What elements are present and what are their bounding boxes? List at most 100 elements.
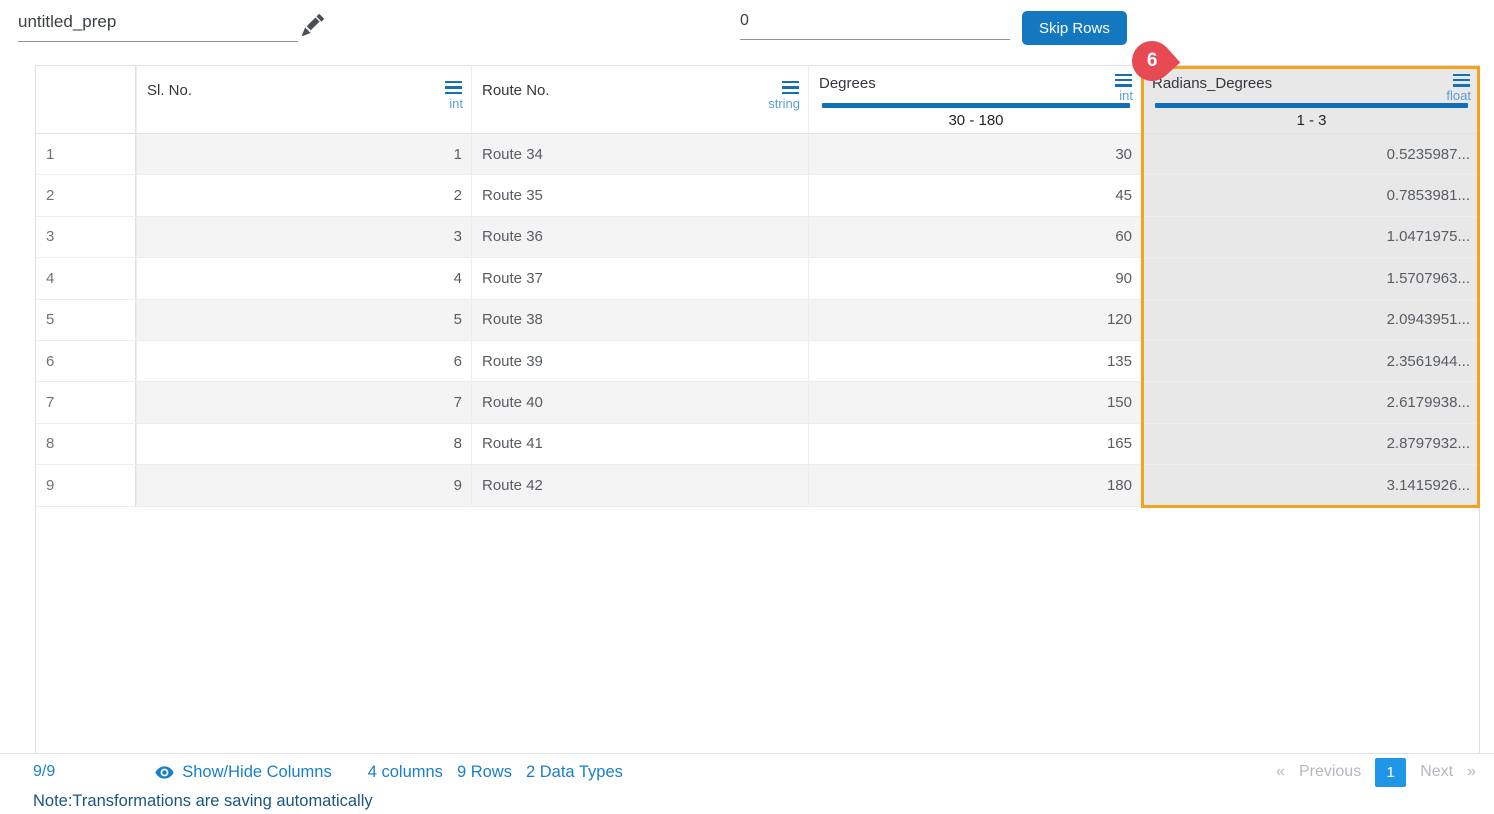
row-index: 5 [36,299,136,340]
prep-name-input[interactable] [18,12,298,42]
row-progress: 9/9 [33,763,56,780]
column-type-label: int [449,95,463,111]
row-index: 2 [36,175,136,216]
column-header-route-no-[interactable]: Route No. string [471,66,808,133]
cell: 45 [808,175,1141,216]
table-footer: 9/9 Show/Hide Columns 4 columns 9 Rows 2… [0,753,1494,790]
cell: 9 [136,465,471,506]
top-toolbar: Skip Rows [0,0,1494,65]
show-hide-columns-label: Show/Hide Columns [182,762,332,781]
table-row: 7 7 Route 40 150 2.6179938... [36,382,1479,424]
column-header-top: Route No. string [482,79,800,110]
column-header-top: Sl. No. int [147,79,463,111]
show-hide-columns-button[interactable]: Show/Hide Columns [155,762,332,782]
row-index: 7 [36,382,136,423]
row-index: 6 [36,340,136,382]
autosave-note: Note:Transformations are saving automati… [33,792,373,810]
cell: 1.5707963... [1141,258,1479,299]
previous-page-button[interactable]: Previous [1299,763,1361,781]
stat-rows: 9 Rows [456,762,512,781]
column-header-top: Degrees int [819,72,1133,104]
row-index: 4 [36,258,136,299]
cell: 150 [808,382,1141,423]
cell: 1.0471975... [1141,216,1479,258]
table-row: 5 5 Route 38 120 2.0943951... [36,299,1479,341]
skip-rows-input[interactable] [740,12,1010,40]
eye-icon [155,763,174,782]
skip-rows-button[interactable]: Skip Rows [1022,11,1127,45]
hamburger-icon[interactable] [782,79,799,96]
column-label: Sl. No. [147,82,193,100]
edit-name-button[interactable] [300,13,326,39]
column-range-bar [822,103,1130,108]
row-index: 9 [36,465,136,506]
cell: 2.3561944... [1141,340,1479,382]
cell: Route 39 [471,340,808,382]
cell: 180 [808,465,1141,506]
last-page-arrow[interactable]: » [1467,763,1476,781]
cell: 6 [136,340,471,382]
pencil-icon [302,13,325,39]
cell: Route 41 [471,423,808,465]
column-header-right: float [1446,72,1471,104]
first-page-arrow[interactable]: « [1276,763,1285,781]
row-index: 1 [36,134,136,175]
column-header-degrees[interactable]: Degrees int 30 - 180 [808,66,1141,133]
cell: 2.0943951... [1141,299,1479,340]
data-table: Sl. No. int Route No. string Degrees int 30 - … [35,32,1480,753]
cell: 5 [136,299,471,340]
cell: Route 38 [471,299,808,340]
table-row: 9 9 Route 42 180 3.1415926... [36,465,1479,507]
cell: 60 [808,216,1141,258]
current-page-button[interactable]: 1 [1375,757,1407,787]
table-body: 1 1 Route 34 30 0.5235987... 2 2 Route 35 45 0.78… [36,134,1479,507]
column-range-label: 30 - 180 [948,112,1004,129]
stat-data-types: 2 Data Types [525,762,623,781]
cell: 120 [808,299,1141,340]
cell: 2.6179938... [1141,382,1479,423]
table-header-row: Sl. No. int Route No. string Degrees int 30 - … [36,66,1479,134]
next-page-button[interactable]: Next [1420,763,1453,781]
column-label: Route No. [482,82,550,100]
cell: 2 [136,175,471,216]
column-header-right: int [1115,72,1133,104]
table-row: 1 1 Route 34 30 0.5235987... [36,134,1479,176]
column-type-label: float [1446,88,1471,104]
column-header-radians-degrees[interactable]: Radians_Degrees float 1 - 3 [1141,66,1479,133]
table-row: 6 6 Route 39 135 2.3561944... [36,340,1479,383]
table-row: 3 3 Route 36 60 1.0471975... [36,216,1479,259]
column-header-right: string [768,79,800,110]
cell: 3 [136,216,471,258]
cell: 0.5235987... [1141,134,1479,175]
table-stats: 4 columns 9 Rows 2 Data Types [368,763,623,782]
column-header-top: Radians_Degrees float [1152,72,1471,104]
stat-columns: 4 columns [367,762,443,781]
column-header-sl-no-[interactable]: Sl. No. int [136,66,471,133]
cell: Route 35 [471,175,808,216]
cell: Route 42 [471,465,808,506]
cell: Route 40 [471,382,808,423]
column-range-label: 1 - 3 [1296,112,1327,129]
pagination: « Previous 1 Next » [1276,757,1476,787]
cell: Route 34 [471,134,808,175]
hamburger-icon[interactable] [445,79,462,96]
step-badge-number: 6 [1146,49,1158,71]
hamburger-icon[interactable] [1115,72,1132,89]
cell: 90 [808,258,1141,299]
column-type-label: int [1119,88,1133,104]
row-index: 8 [36,423,136,465]
cell: 3.1415926... [1141,465,1479,506]
row-index-header [36,66,136,133]
cell: 165 [808,423,1141,465]
cell: 0.7853981... [1141,175,1479,216]
row-index: 3 [36,216,136,258]
table-row: 4 4 Route 37 90 1.5707963... [36,258,1479,300]
cell: 135 [808,340,1141,382]
cell: 4 [136,258,471,299]
column-header-right: int [445,79,463,111]
cell: 8 [136,423,471,465]
cell: 2.8797932... [1141,423,1479,465]
hamburger-icon[interactable] [1453,72,1470,89]
table-row: 8 8 Route 41 165 2.8797932... [36,423,1479,466]
column-range-bar [1155,103,1468,108]
